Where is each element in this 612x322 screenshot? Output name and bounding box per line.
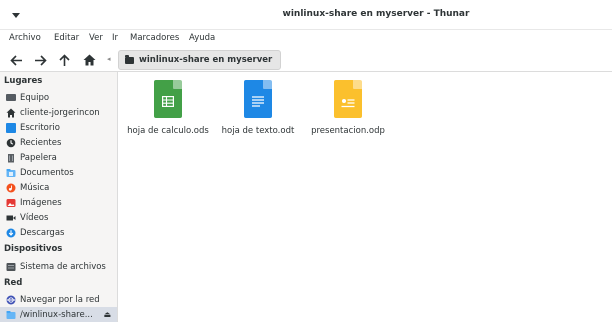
back-button[interactable]: [7, 51, 25, 69]
page-fold: [263, 80, 272, 89]
sidebar-item-winlinux-share[interactable]: /winlinux-share... ⏏: [0, 307, 117, 322]
sidebar-item-label: cliente-jorgerincon: [20, 107, 100, 118]
eject-icon[interactable]: ⏏: [103, 310, 111, 319]
folder-icon: [125, 54, 134, 64]
slides-glyph-icon: [341, 99, 355, 108]
path-button-label: winlinux-share en myserver: [139, 55, 273, 65]
file-name: presentacion.odp: [311, 126, 385, 136]
menu-ver[interactable]: Ver: [89, 33, 103, 43]
sidebar-item-musica[interactable]: Música: [0, 180, 117, 195]
sidebar-item-filesystem[interactable]: Sistema de archivos: [0, 259, 117, 274]
file-view[interactable]: hoja de calculo.ods hoja de texto.odt pr…: [119, 72, 612, 322]
sidebar-section-devices: Dispositivos: [4, 244, 63, 254]
path-scroll-left-icon[interactable]: ◂: [107, 55, 111, 63]
trash-icon: [8, 153, 14, 162]
sidebar-section-places: Lugares: [4, 76, 43, 86]
menu-ir[interactable]: Ir: [112, 33, 118, 43]
text-lines-glyph-icon: [252, 96, 264, 107]
sidebar-item-label: Equipo: [20, 92, 50, 103]
menu-editar[interactable]: Editar: [54, 33, 79, 43]
title-bar: winlinux-share en myserver - Thunar: [0, 0, 612, 30]
music-icon: [6, 183, 16, 192]
sidebar-item-label: Recientes: [20, 137, 62, 148]
arrow-right-icon: [34, 54, 47, 66]
sidebar-item-label: Navegar por la red: [20, 294, 100, 305]
video-icon: [6, 215, 16, 220]
sidebar: Lugares Equipo cliente-jorgerincon Escri…: [0, 72, 118, 322]
grid-glyph-icon: [162, 96, 174, 107]
sidebar-item-label: Música: [20, 182, 50, 193]
page-fold: [353, 80, 362, 89]
menu-ayuda[interactable]: Ayuda: [189, 33, 215, 43]
computer-icon: [6, 94, 16, 101]
sidebar-item-documentos[interactable]: Documentos: [0, 165, 117, 180]
forward-button[interactable]: [31, 51, 49, 69]
sidebar-item-escritorio[interactable]: Escritorio: [0, 120, 117, 135]
sidebar-item-label: Imágenes: [20, 197, 62, 208]
documents-folder-icon: [6, 168, 16, 177]
sidebar-item-browse-network[interactable]: Navegar por la red: [0, 292, 117, 307]
path-button[interactable]: winlinux-share en myserver: [118, 50, 282, 70]
home-button[interactable]: [80, 51, 98, 69]
sidebar-item-home[interactable]: cliente-jorgerincon: [0, 105, 117, 120]
sidebar-item-label: Vídeos: [20, 212, 49, 223]
menu-marcadores[interactable]: Marcadores: [130, 33, 179, 43]
desktop-icon: [6, 122, 16, 133]
sidebar-item-label: Papelera: [20, 152, 57, 163]
network-icon: [6, 295, 16, 304]
sidebar-item-equipo[interactable]: Equipo: [0, 90, 117, 105]
home-icon: [6, 108, 16, 117]
sidebar-item-papelera[interactable]: Papelera: [0, 150, 117, 165]
window-title: winlinux-share en myserver - Thunar: [282, 9, 470, 19]
sidebar-item-label: Escritorio: [20, 122, 60, 133]
up-button[interactable]: [55, 51, 73, 69]
home-icon: [83, 54, 95, 66]
sidebar-item-label: Sistema de archivos: [20, 261, 106, 272]
file-name: hoja de texto.odt: [221, 126, 295, 136]
spreadsheet-icon: [154, 80, 182, 118]
menu-bar: Archivo Editar Ver Ir Marcadores Ayuda: [0, 30, 612, 48]
file-item-presentation[interactable]: presentacion.odp: [298, 80, 398, 136]
sidebar-item-label: Documentos: [20, 167, 74, 178]
presentation-icon: [334, 80, 362, 118]
file-name: hoja de calculo.ods: [127, 126, 209, 136]
file-item-spreadsheet[interactable]: hoja de calculo.ods: [118, 80, 218, 136]
clock-icon: [6, 138, 16, 147]
sidebar-item-recientes[interactable]: Recientes: [0, 135, 117, 150]
downloads-icon: [6, 228, 16, 237]
file-item-text-document[interactable]: hoja de texto.odt: [208, 80, 308, 136]
sidebar-item-imagenes[interactable]: Imágenes: [0, 195, 117, 210]
sidebar-item-videos[interactable]: Vídeos: [0, 210, 117, 225]
arrow-up-icon: [58, 53, 70, 66]
page-fold: [173, 80, 182, 89]
drive-icon: [6, 262, 16, 271]
sidebar-item-descargas[interactable]: Descargas: [0, 225, 117, 240]
arrow-left-icon: [9, 54, 22, 66]
sidebar-item-label: /winlinux-share...: [20, 309, 93, 320]
sidebar-section-network: Red: [4, 278, 23, 288]
network-folder-icon: [6, 310, 16, 319]
pictures-icon: [6, 198, 16, 207]
toolbar: ◂ winlinux-share en myserver: [0, 48, 612, 72]
text-document-icon: [244, 80, 272, 118]
menu-archivo[interactable]: Archivo: [9, 33, 41, 43]
sidebar-item-label: Descargas: [20, 227, 65, 238]
